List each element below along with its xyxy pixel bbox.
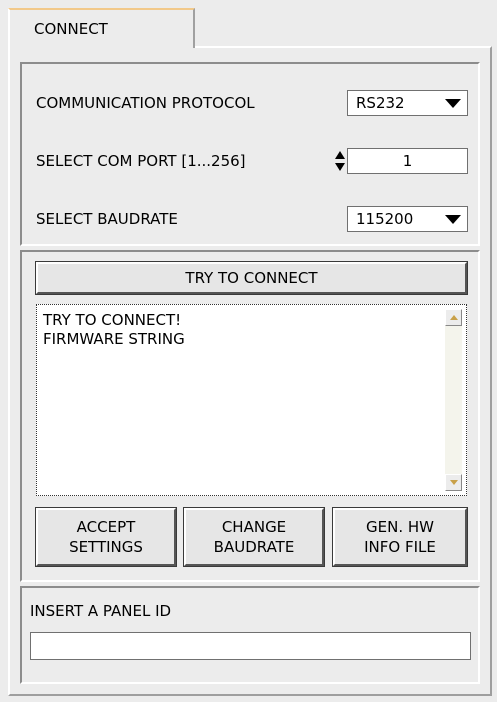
tab-connect-label: CONNECT (34, 20, 108, 38)
connect-group: TRY TO CONNECT TRY TO CONNECT! FIRMWARE … (20, 250, 480, 582)
arrow-up-icon (450, 315, 458, 320)
stepper-up-icon[interactable] (335, 151, 345, 159)
log-scrollbar[interactable] (445, 309, 462, 491)
accept-settings-line1: ACCEPT (76, 518, 136, 536)
com-port-label: SELECT COM PORT [1...256] (36, 152, 246, 170)
accept-settings-button[interactable]: ACCEPT SETTINGS (35, 507, 177, 567)
baudrate-select[interactable]: 115200 (347, 206, 468, 232)
accept-settings-line2: SETTINGS (69, 538, 143, 556)
protocol-value: RS232 (356, 94, 405, 112)
gen-hw-info-line1: GEN. HW (366, 518, 434, 536)
com-port-input[interactable]: 1 (347, 148, 468, 174)
change-baudrate-button[interactable]: CHANGE BAUDRATE (183, 507, 325, 567)
change-baudrate-line1: CHANGE (221, 518, 287, 536)
baudrate-label: SELECT BAUDRATE (36, 210, 178, 228)
scroll-up-button[interactable] (445, 309, 462, 326)
panel-id-label: INSERT A PANEL ID (30, 602, 172, 620)
arrow-down-icon (450, 480, 458, 485)
baudrate-value: 115200 (356, 210, 414, 228)
connection-log[interactable]: TRY TO CONNECT! FIRMWARE STRING (36, 304, 467, 496)
try-to-connect-button[interactable]: TRY TO CONNECT (35, 261, 468, 295)
protocol-label: COMMUNICATION PROTOCOL (36, 94, 255, 112)
chevron-down-icon (445, 214, 461, 224)
communication-settings-group: COMMUNICATION PROTOCOL RS232 SELECT COM … (20, 62, 480, 246)
protocol-select[interactable]: RS232 (347, 90, 468, 116)
panel-id-group: INSERT A PANEL ID (20, 586, 480, 684)
com-port-stepper[interactable] (335, 148, 345, 174)
chevron-down-icon (445, 98, 461, 108)
gen-hw-info-line2: INFO FILE (364, 538, 436, 556)
log-line: FIRMWARE STRING (43, 330, 185, 348)
scroll-down-button[interactable] (445, 474, 462, 491)
gen-hw-info-file-button[interactable]: GEN. HW INFO FILE (332, 507, 468, 567)
connect-panel: COMMUNICATION PROTOCOL RS232 SELECT COM … (8, 46, 492, 696)
panel-id-input[interactable] (30, 632, 471, 660)
log-line: TRY TO CONNECT! (43, 311, 182, 329)
stepper-down-icon[interactable] (335, 163, 345, 171)
tab-connect[interactable]: CONNECT (8, 8, 195, 48)
change-baudrate-line2: BAUDRATE (213, 538, 295, 556)
